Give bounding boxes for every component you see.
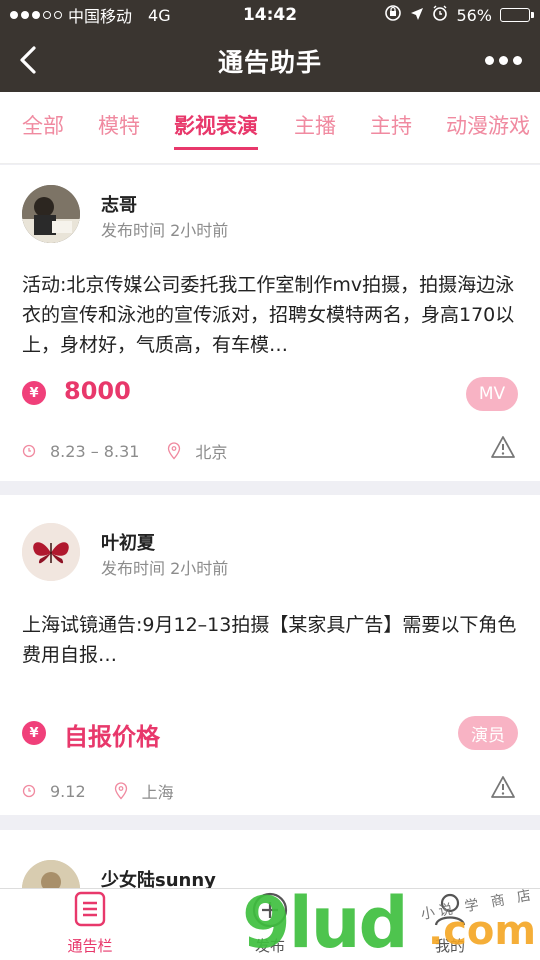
post-card[interactable]: 叶初夏 发布时间 2小时前 上海试镜通告:9月12–13拍摄【某家具广告】需要以… — [0, 495, 540, 815]
post-card[interactable]: 志哥 发布时间 2小时前 活动:北京传媒公司委托我工作室制作mv拍摄，拍摄海边泳… — [0, 165, 540, 481]
clock-icon — [22, 784, 36, 798]
report-warning-icon[interactable] — [490, 435, 516, 459]
avatar[interactable] — [22, 185, 80, 243]
bottom-tab-bar: 通告栏 发布 我的 — [0, 888, 540, 960]
bottom-tab-label: 我的 — [434, 937, 465, 955]
tab-all[interactable]: 全部 — [22, 110, 64, 140]
network-label: 4G — [148, 5, 171, 25]
status-bar: 中国移动 4G 14:42 56% — [0, 0, 540, 30]
tab-model[interactable]: 模特 — [98, 110, 140, 140]
post-card[interactable]: 少女陆sunny — [0, 830, 540, 890]
post-meta: 8.23 – 8.31 北京 — [22, 439, 227, 463]
price-value: 自报价格 — [64, 723, 160, 751]
price-icon: ¥ — [22, 381, 46, 405]
avatar[interactable] — [22, 523, 80, 581]
price-value: 8000 — [64, 377, 131, 405]
more-icon[interactable] — [485, 56, 522, 65]
post-time: 发布时间 2小时前 — [101, 221, 229, 240]
bottom-tab-publish[interactable]: 发布 — [180, 889, 360, 960]
tab-anime-games[interactable]: 动漫游戏 — [446, 110, 530, 140]
category-tabs: 全部 模特 影视表演 主播 主持 动漫游戏 — [0, 92, 540, 164]
category-badge: MV — [466, 377, 518, 411]
user-name: 叶初夏 — [101, 533, 155, 554]
top-bar: 中国移动 4G 14:42 56% 通告助手 — [0, 0, 540, 92]
clock-icon — [22, 444, 36, 458]
tab-film-acting[interactable]: 影视表演 — [174, 110, 258, 150]
report-warning-icon[interactable] — [490, 775, 516, 799]
rotation-lock-icon — [384, 4, 402, 26]
category-badge: 演员 — [458, 716, 518, 750]
tab-host[interactable]: 主持 — [370, 110, 412, 140]
bottom-tab-label: 通告栏 — [67, 937, 113, 955]
avatar[interactable] — [22, 860, 80, 890]
signal-icon — [10, 11, 62, 19]
battery-percent: 56% — [456, 5, 492, 25]
back-icon[interactable] — [14, 44, 44, 76]
location-pin-icon — [114, 782, 128, 800]
bottom-tab-label: 发布 — [254, 937, 285, 955]
post-meta: 9.12 上海 — [22, 779, 174, 803]
post-content: 活动:北京传媒公司委托我工作室制作mv拍摄，拍摄海边泳衣的宣传和泳池的宣传派对，… — [22, 274, 515, 356]
location-pin-icon — [167, 442, 181, 460]
add-circle-icon — [251, 891, 289, 933]
notice-list-icon — [73, 891, 107, 931]
alarm-icon — [432, 5, 448, 25]
page-title: 通告助手 — [217, 48, 322, 77]
clock: 14:42 — [242, 5, 298, 25]
carrier-label: 中国移动 — [68, 7, 133, 26]
location-name: 北京 — [195, 443, 228, 462]
bottom-tab-mine[interactable]: 我的 — [360, 889, 540, 960]
user-profile-icon — [433, 891, 467, 931]
location-arrow-icon — [410, 6, 424, 25]
date-range: 9.12 — [50, 781, 86, 801]
post-time: 发布时间 2小时前 — [101, 559, 229, 578]
tab-streamer[interactable]: 主播 — [294, 110, 336, 140]
battery-icon — [500, 8, 534, 22]
price-icon: ¥ — [22, 721, 46, 745]
date-range: 8.23 – 8.31 — [50, 441, 140, 461]
post-content: 上海试镜通告:9月12–13拍摄【某家具广告】需要以下角色 费用自报… — [22, 614, 517, 666]
bottom-tab-notices[interactable]: 通告栏 — [0, 889, 180, 960]
user-name: 志哥 — [101, 195, 137, 216]
location-name: 上海 — [141, 783, 174, 802]
user-name: 少女陆sunny — [101, 870, 216, 890]
nav-bar: 通告助手 — [0, 30, 540, 92]
